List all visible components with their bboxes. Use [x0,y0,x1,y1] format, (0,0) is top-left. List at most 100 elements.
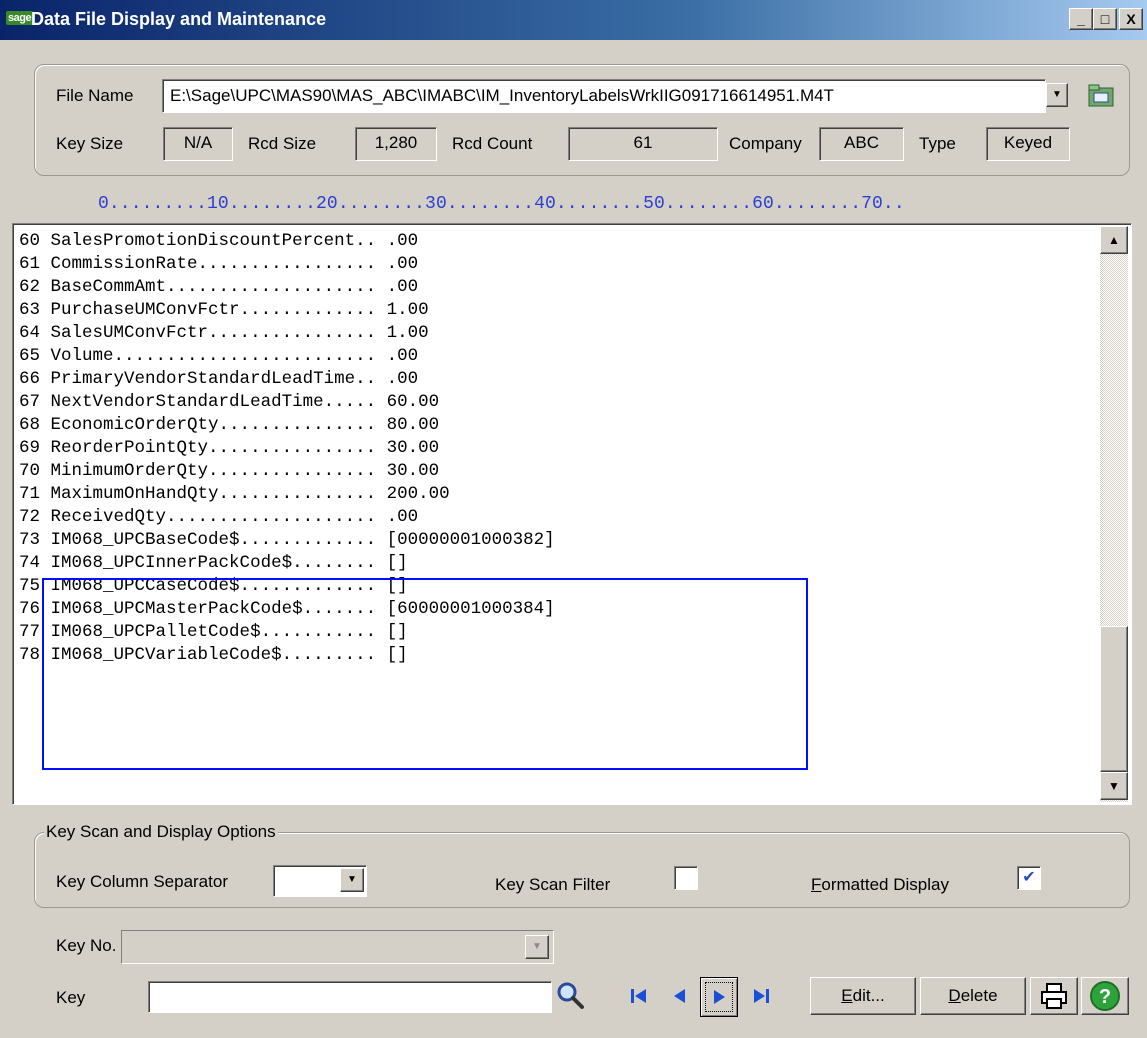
key-column-separator-dropdown[interactable]: ▼ [340,868,364,892]
record-row: 60 SalesPromotionDiscountPercent.. .00 [19,230,1099,253]
scroll-up-button[interactable]: ▲ [1100,226,1128,254]
record-row: 61 CommissionRate................. .00 [19,253,1099,276]
browse-button[interactable] [1086,82,1118,110]
record-field-value: 1.00 [386,300,429,320]
record-row: 62 BaseCommAmt.................... .00 [19,276,1099,299]
key-size-label: Key Size [56,134,124,153]
search-magnifier-icon [557,982,584,1009]
record-field-name: IM068_UPCInnerPackCode$........ [50,553,377,573]
print-button[interactable] [1030,977,1078,1015]
key-scan-filter-checkbox[interactable] [674,866,698,890]
arrow-down-icon: ▼ [1108,779,1120,793]
record-field-name: MaximumOnHandQty............... [50,484,377,504]
chevron-down-icon: ▼ [532,941,542,952]
record-row: 64 SalesUMConvFctr................ 1.00 [19,322,1099,345]
record-field-number: 75 [19,576,41,596]
help-button[interactable]: ? [1081,977,1129,1015]
record-row: 66 PrimaryVendorStandardLeadTime.. .00 [19,368,1099,391]
record-row: 63 PurchaseUMConvFctr............. 1.00 [19,299,1099,322]
record-row: 74 IM068_UPCInnerPackCode$........ [] [19,552,1099,575]
record-field-value: .00 [386,277,419,297]
close-icon: X [1126,11,1136,27]
record-field-value: 200.00 [386,484,450,504]
record-field-value: 80.00 [386,415,440,435]
record-field-name: IM068_UPCBaseCode$............. [50,530,377,550]
rcd-count-label: Rcd Count [452,134,533,153]
scroll-thumb[interactable] [1100,626,1128,772]
record-row: 73 IM068_UPCBaseCode$............. [0000… [19,529,1099,552]
record-field-value: 30.00 [386,461,440,481]
close-button[interactable]: X [1119,8,1143,30]
options-group-title: Key Scan and Display Options [44,822,278,842]
formatted-display-checkbox[interactable]: ✔ [1017,866,1041,890]
record-row: 68 EconomicOrderQty............... 80.00 [19,414,1099,437]
previous-record-icon [674,989,685,1003]
record-field-number: 64 [19,323,41,343]
key-size-value: N/A [163,127,233,161]
record-field-name: PrimaryVendorStandardLeadTime.. [50,369,377,389]
record-field-name: PurchaseUMConvFctr............. [50,300,377,320]
record-field-name: CommissionRate................. [50,254,377,274]
minimize-icon: _ [1077,11,1085,27]
record-field-name: NextVendorStandardLeadTime..... [50,392,377,412]
company-label: Company [729,134,802,153]
last-record-button[interactable] [750,983,772,1009]
record-row: 72 ReceivedQty.................... .00 [19,506,1099,529]
key-no-combo[interactable]: ▼ [121,930,554,964]
previous-record-button[interactable] [670,983,690,1009]
vertical-scrollbar[interactable]: ▲ ▼ [1100,226,1128,802]
help-icon: ? [1090,981,1120,1011]
delete-button[interactable]: Delete [920,977,1026,1015]
record-field-value: 30.00 [386,438,440,458]
record-field-number: 62 [19,277,41,297]
record-field-name: Volume......................... [50,346,377,366]
file-name-value: E:\Sage\UPC\MAS90\MAS_ABC\IMABC\IM_Inven… [170,86,834,105]
scroll-down-button[interactable]: ▼ [1100,772,1128,800]
title-bar[interactable]: sage Data File Display and Maintenance _… [0,0,1147,40]
key-column-separator-label: Key Column Separator [56,872,228,891]
next-record-button[interactable] [700,977,738,1017]
file-name-dropdown[interactable]: ▼ [1046,83,1068,107]
record-field-value: 1.00 [386,323,429,343]
rcd-count-value: 61 [568,127,718,161]
formatted-display-label: Formatted Display [811,875,949,894]
key-column-separator-combo[interactable]: ▼ [273,865,367,897]
record-field-value: .00 [386,346,419,366]
record-field-number: 76 [19,599,41,619]
arrow-up-icon: ▲ [1108,233,1120,247]
key-input[interactable] [148,981,552,1013]
minimize-button[interactable]: _ [1069,8,1093,30]
record-field-number: 78 [19,645,41,665]
options-panel [34,832,1130,908]
edit-button[interactable]: Edit... [810,977,916,1015]
checkmark-icon: ✔ [1022,869,1036,886]
record-field-value: .00 [386,231,419,251]
first-record-icon [631,989,646,1003]
key-scan-filter-label: Key Scan Filter [495,875,611,894]
record-field-name: MinimumOrderQty................ [50,461,377,481]
record-row: 70 MinimumOrderQty................ 30.00 [19,460,1099,483]
column-ruler: 0.........10........20........30........… [98,194,905,214]
maximize-button[interactable]: □ [1093,8,1117,30]
type-label: Type [919,134,956,153]
maximize-icon: □ [1100,11,1110,27]
key-no-dropdown[interactable]: ▼ [525,935,549,959]
file-name-combo[interactable]: E:\Sage\UPC\MAS90\MAS_ABC\IMABC\IM_Inven… [162,79,1068,113]
record-field-number: 72 [19,507,41,527]
key-lookup-button[interactable] [555,980,587,1010]
record-field-value: .00 [386,507,419,527]
record-field-number: 69 [19,438,41,458]
record-field-value: [] [386,553,408,573]
company-value: ABC [819,127,904,161]
window-title: Data File Display and Maintenance [31,9,327,29]
record-row: 67 NextVendorStandardLeadTime..... 60.00 [19,391,1099,414]
record-field-number: 71 [19,484,41,504]
next-record-icon [714,990,725,1004]
record-row: 69 ReorderPointQty................ 30.00 [19,437,1099,460]
record-field-value: .00 [386,254,419,274]
record-field-number: 77 [19,622,41,642]
key-no-label: Key No. [56,936,117,955]
first-record-button[interactable] [628,983,650,1009]
chevron-down-icon: ▼ [1052,89,1062,100]
record-field-number: 63 [19,300,41,320]
